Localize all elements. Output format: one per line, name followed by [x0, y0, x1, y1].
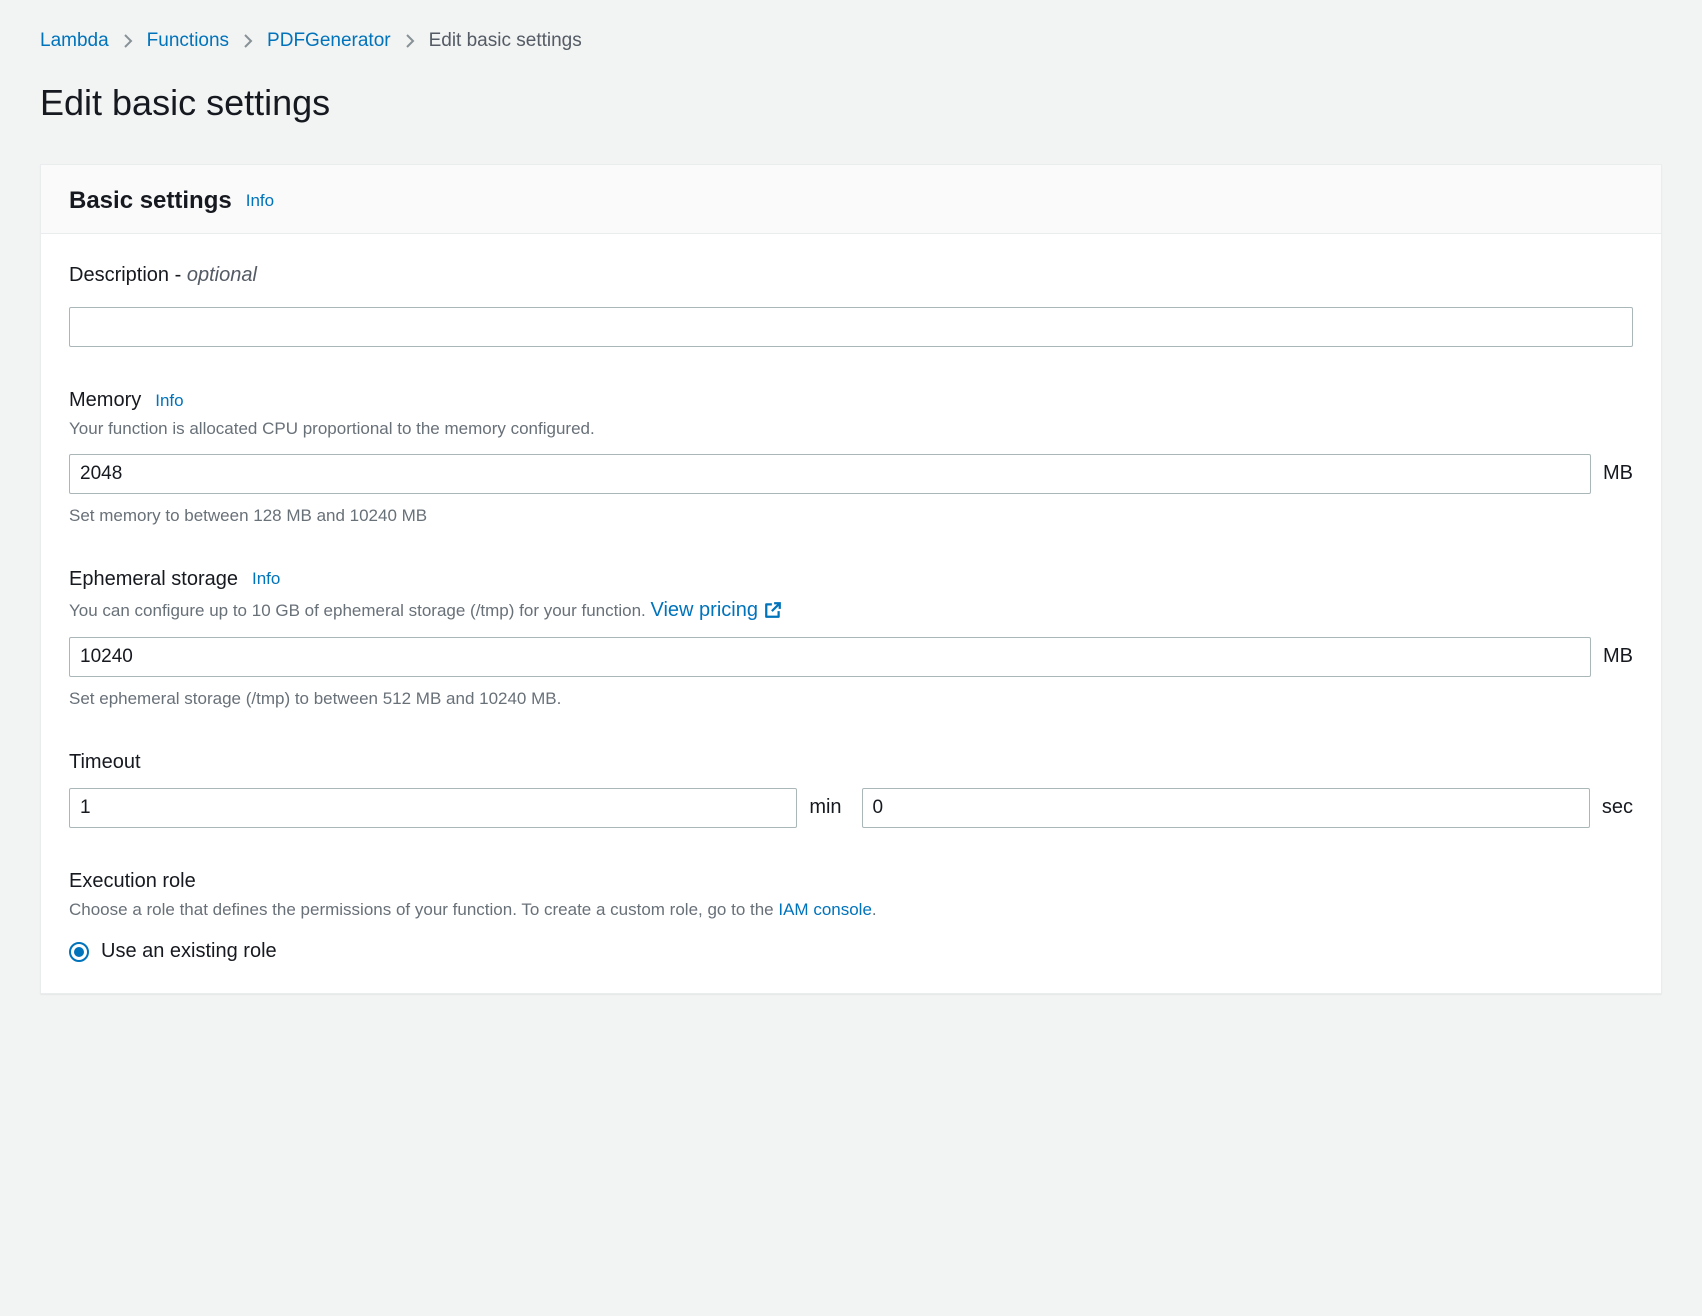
description-input[interactable]: [69, 307, 1633, 347]
page-title: Edit basic settings: [40, 82, 1662, 124]
storage-input[interactable]: [69, 637, 1591, 677]
execution-role-label: Execution role: [69, 870, 196, 893]
description-label: Description - optional: [69, 264, 1633, 287]
iam-console-link[interactable]: IAM console: [778, 900, 872, 919]
breadcrumb-lambda[interactable]: Lambda: [40, 30, 109, 52]
storage-unit: MB: [1603, 645, 1633, 668]
chevron-right-icon: [123, 33, 133, 49]
view-pricing-link[interactable]: View pricing: [650, 595, 781, 625]
breadcrumb-pdfgenerator[interactable]: PDFGenerator: [267, 30, 391, 52]
chevron-right-icon: [405, 33, 415, 49]
memory-info-link[interactable]: Info: [155, 391, 183, 411]
external-link-icon: [764, 601, 782, 619]
panel-header: Basic settings Info: [41, 165, 1661, 234]
memory-label: Memory: [69, 389, 141, 412]
basic-settings-panel: Basic settings Info Description - option…: [40, 164, 1662, 994]
timeout-label: Timeout: [69, 751, 141, 774]
use-existing-role-radio[interactable]: Use an existing role: [69, 940, 1633, 963]
info-link[interactable]: Info: [246, 191, 274, 211]
radio-icon: [69, 942, 89, 962]
description-field: Description - optional: [69, 264, 1633, 347]
timeout-min-unit: min: [809, 796, 841, 819]
radio-label: Use an existing role: [101, 940, 277, 963]
storage-desc: You can configure up to 10 GB of ephemer…: [69, 595, 1633, 625]
storage-field: Ephemeral storage Info You can configure…: [69, 568, 1633, 709]
timeout-sec-unit: sec: [1602, 796, 1633, 819]
memory-input[interactable]: [69, 454, 1591, 494]
memory-desc: Your function is allocated CPU proportio…: [69, 416, 1633, 442]
breadcrumb-functions[interactable]: Functions: [147, 30, 229, 52]
memory-constraint: Set memory to between 128 MB and 10240 M…: [69, 506, 1633, 526]
breadcrumb-current: Edit basic settings: [429, 30, 582, 52]
breadcrumb: Lambda Functions PDFGenerator Edit basic…: [40, 20, 1662, 52]
timeout-field: Timeout min sec: [69, 751, 1633, 828]
storage-info-link[interactable]: Info: [252, 569, 280, 589]
chevron-right-icon: [243, 33, 253, 49]
panel-title: Basic settings: [69, 187, 232, 215]
storage-constraint: Set ephemeral storage (/tmp) to between …: [69, 689, 1633, 709]
timeout-sec-input[interactable]: [862, 788, 1590, 828]
memory-unit: MB: [1603, 462, 1633, 485]
execution-role-desc: Choose a role that defines the permissio…: [69, 897, 1633, 923]
timeout-min-input[interactable]: [69, 788, 797, 828]
execution-role-field: Execution role Choose a role that define…: [69, 870, 1633, 964]
memory-field: Memory Info Your function is allocated C…: [69, 389, 1633, 526]
storage-label: Ephemeral storage: [69, 568, 238, 591]
